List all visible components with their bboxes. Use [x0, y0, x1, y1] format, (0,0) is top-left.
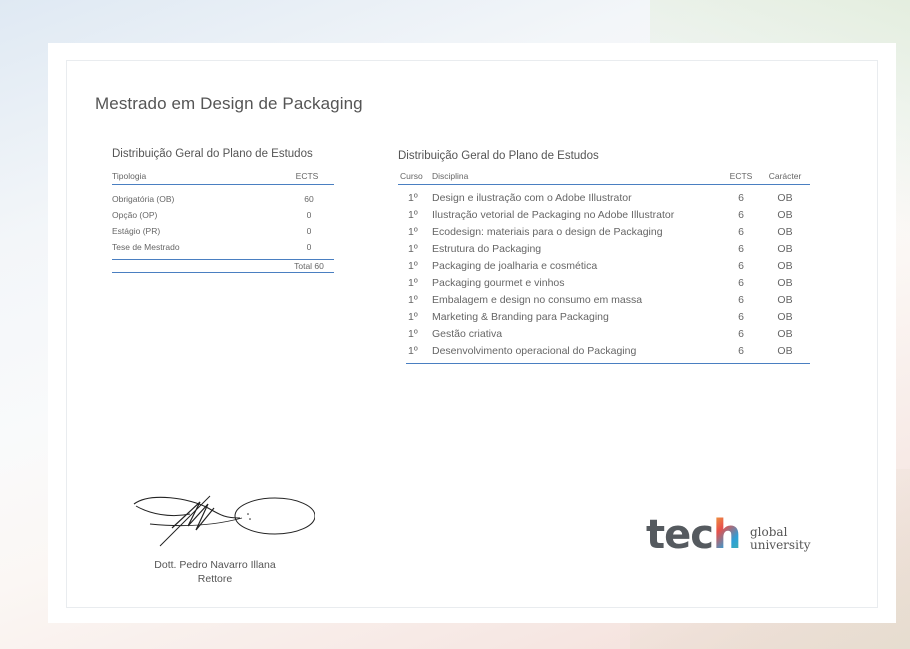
detail-disciplina: Ilustração vetorial de Packaging no Adob…: [432, 208, 675, 221]
detail-disciplina: Ecodesign: materiais para o design de Pa…: [432, 225, 663, 238]
detail-caracter: OB: [777, 191, 793, 204]
detail-curso: 1º: [408, 276, 418, 289]
detail-disciplina: Design e ilustração com o Adobe Illustra…: [432, 191, 632, 204]
detail-footer-line: [406, 359, 810, 364]
summary-type: Estágio (PR): [112, 226, 161, 236]
detail-ects: 6: [738, 242, 744, 255]
summary-row: Tese de Mestrado 0: [112, 239, 334, 255]
header-disciplina: Disciplina: [432, 171, 469, 181]
detail-ects: 6: [738, 191, 744, 204]
detail-caracter: OB: [777, 293, 793, 306]
detail-disciplina: Packaging de joalharia e cosmética: [432, 259, 598, 272]
summary-row: Estágio (PR) 0: [112, 223, 334, 239]
summary-rows: Obrigatória (OB) 60 Opção (OP) 0 Estágio (PR…: [112, 185, 334, 255]
signer-role: Rettore: [197, 573, 233, 585]
detail-curso: 1º: [408, 225, 418, 238]
summary-row: Opção (OP) 0: [112, 207, 334, 223]
summary-row: Obrigatória (OB) 60: [112, 191, 334, 207]
detail-caracter: OB: [777, 225, 793, 238]
detail-curso: 1º: [408, 259, 418, 272]
summary-table: Distribuição Geral do Plano de Estudos T…: [112, 148, 334, 273]
detail-row: 1º Packaging de joalharia e cosmética 6 OB: [398, 257, 810, 274]
detail-ects: 6: [738, 208, 744, 221]
signer-name: Dott. Pedro Navarro Illana: [154, 559, 276, 571]
detail-row: 1º Design e ilustração com o Adobe Illust…: [398, 189, 810, 206]
detail-caracter: OB: [777, 344, 793, 357]
detail-ects: 6: [738, 344, 744, 357]
detail-row: 1º Embalagem e design no consumo em massa…: [398, 291, 810, 308]
header-ects: ECTS: [295, 171, 319, 181]
summary-title: Distribuição Geral do Plano de Estudos: [112, 148, 313, 160]
signature-image: [133, 495, 315, 547]
detail-caracter: OB: [777, 242, 793, 255]
detail-curso: 1º: [408, 344, 418, 357]
detail-disciplina: Gestão criativa: [432, 327, 503, 340]
detail-ects: 6: [738, 276, 744, 289]
logo-wordmark: tech: [646, 512, 741, 558]
detail-disciplina: Marketing & Branding para Packaging: [432, 310, 609, 323]
detail-ects: 6: [738, 225, 744, 238]
detail-disciplina: Embalagem e design no consumo em massa: [432, 293, 643, 306]
logo-subtitle: global university: [750, 526, 811, 552]
detail-disciplina: Desenvolvimento operacional do Packaging: [432, 344, 637, 357]
detail-caracter: OB: [777, 327, 793, 340]
detail-curso: 1º: [408, 242, 418, 255]
summary-header: Tipologia ECTS: [112, 171, 334, 185]
detail-row: 1º Estrutura do Packaging 6 OB: [398, 240, 810, 257]
detail-curso: 1º: [408, 327, 418, 340]
logo-line2: university: [750, 538, 811, 552]
tech-logo: tech global university: [646, 512, 826, 568]
detail-header: Curso Disciplina ECTS Carácter: [398, 171, 810, 185]
detail-caracter: OB: [777, 208, 793, 221]
detail-curso: 1º: [408, 208, 418, 221]
detail-curso: 1º: [408, 191, 418, 204]
header-tipologia: Tipologia: [112, 171, 147, 181]
detail-row: 1º Packaging gourmet e vinhos 6 OB: [398, 274, 810, 291]
detail-caracter: OB: [777, 276, 793, 289]
summary-ects: 0: [306, 226, 312, 236]
header-caracter: Carácter: [768, 171, 802, 181]
detail-row: 1º Marketing & Branding para Packaging 6 OB: [398, 308, 810, 325]
detail-table: Distribuição Geral do Plano de Estudos C…: [398, 150, 810, 364]
detail-ects: 6: [738, 310, 744, 323]
detail-ects: 6: [738, 293, 744, 306]
detail-rows: 1º Design e ilustração com o Adobe Illust…: [398, 185, 810, 359]
detail-disciplina: Estrutura do Packaging: [432, 242, 542, 255]
detail-curso: 1º: [408, 293, 418, 306]
summary-type: Obrigatória (OB): [112, 194, 175, 204]
detail-ects: 6: [738, 327, 744, 340]
detail-row: 1º Ecodesign: materiais para o design de …: [398, 223, 810, 240]
detail-row: 1º Ilustração vetorial de Packaging no Ad…: [398, 206, 810, 223]
summary-total-row: Total 60: [112, 259, 334, 273]
summary-type: Tese de Mestrado: [112, 242, 180, 252]
detail-title: Distribuição Geral do Plano de Estudos: [398, 150, 599, 162]
signer-block: Dott. Pedro Navarro Illana Rettore: [110, 558, 320, 586]
document-title: Mestrado em Design de Packaging: [95, 94, 363, 113]
summary-total: Total 60: [294, 261, 324, 271]
detail-caracter: OB: [777, 310, 793, 323]
summary-ects: 0: [306, 242, 312, 252]
detail-ects: 6: [738, 259, 744, 272]
summary-ects: 0: [306, 210, 312, 220]
detail-disciplina: Packaging gourmet e vinhos: [432, 276, 565, 289]
detail-row: 1º Gestão criativa 6 OB: [398, 325, 810, 342]
detail-caracter: OB: [777, 259, 793, 272]
detail-row: 1º Desenvolvimento operacional do Packagi…: [398, 342, 810, 359]
logo-wordmark-text: tech: [646, 512, 741, 558]
summary-type: Opção (OP): [112, 210, 158, 220]
detail-curso: 1º: [408, 310, 418, 323]
summary-ects: 60: [304, 194, 314, 204]
header-ects: ECTS: [729, 171, 753, 181]
header-curso: Curso: [400, 171, 423, 181]
